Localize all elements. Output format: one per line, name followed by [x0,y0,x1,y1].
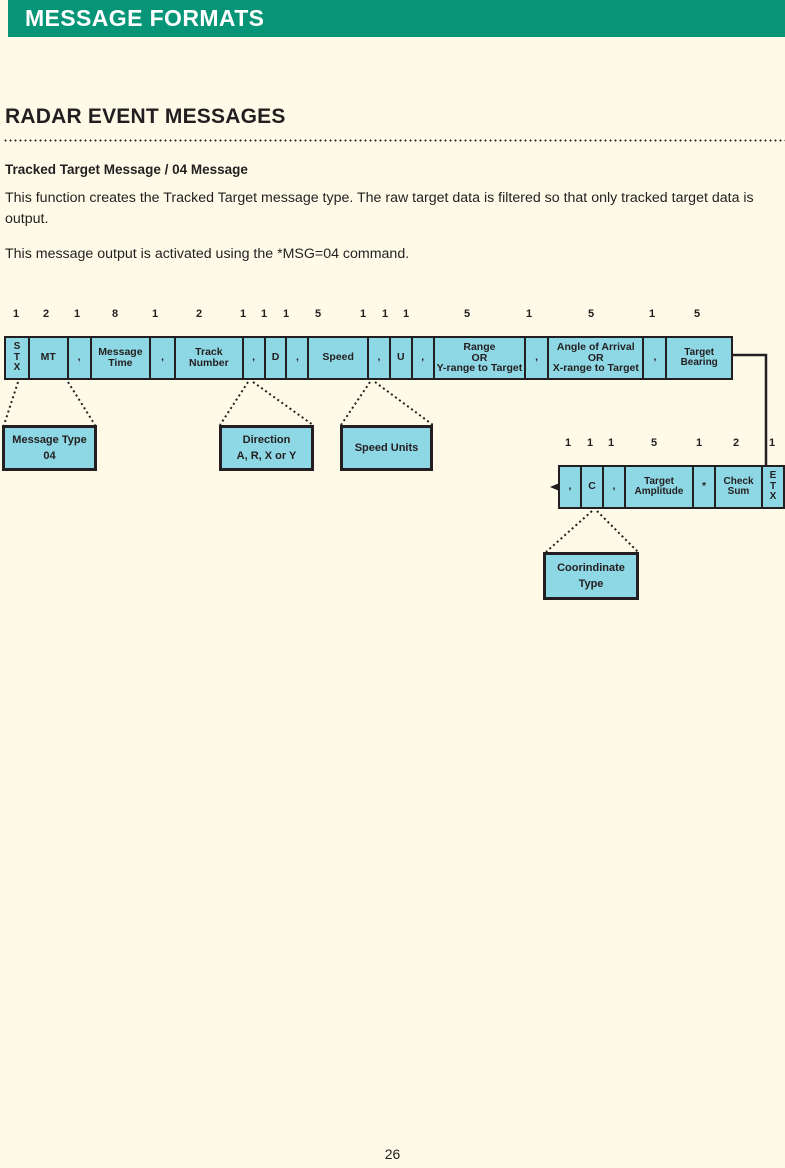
row2-size-0: 1 [564,437,572,449]
field-etx: E T X [763,467,783,507]
row1-size-11: 1 [381,308,389,320]
row2-size-2: 1 [607,437,615,449]
diagram-connectors [3,353,768,553]
field-mt: MT [29,338,69,378]
field-angle-of-arrival: Angle of Arrival OR X-range to Target [549,338,645,378]
row1-size-8: 1 [282,308,290,320]
field-speed-units: U [390,338,413,378]
page-number: 26 [384,1146,401,1162]
field-target-bearing: Target Bearing [667,338,731,378]
row1-size-1: 2 [42,308,50,320]
row2-size-6: 1 [768,437,776,449]
row1-size-7: 1 [260,308,268,320]
field-comma-6: , [412,338,435,378]
field-comma-10: , [604,467,626,507]
message-format-row-2: , C , Target Amplitude * Check Sum E T X [558,465,785,509]
row1-size-15: 5 [587,308,595,320]
field-comma-2: , [151,338,177,378]
field-comma-8: , [644,338,668,378]
message-format-row-1: S T X MT , Message Time , Track Number ,… [4,336,733,380]
field-stx: S T X [6,338,30,378]
row2-size-labels: 1 1 1 5 1 2 1 [0,437,785,451]
row1-size-3: 8 [111,308,119,320]
field-comma-3: , [243,338,266,378]
row1-size-9: 5 [314,308,322,320]
row1-size-5: 2 [195,308,203,320]
field-target-amplitude: Target Amplitude [626,467,694,507]
callout-coordinate-type-line2: Type [578,578,604,590]
field-comma-1: , [68,338,92,378]
field-speed: Speed [309,338,370,378]
callout-coordinate-type: Coorindinate Type [543,552,639,600]
row1-size-13: 5 [463,308,471,320]
message-format-diagram: 1 2 1 8 1 2 1 1 1 5 1 1 1 5 1 5 1 5 S T … [0,0,785,1168]
field-range: Range OR Y-range to Target [434,338,527,378]
field-message-time: Message Time [91,338,152,378]
field-comma-4: , [287,338,310,378]
row1-size-4: 1 [151,308,159,320]
field-coordinate-type: C [582,467,604,507]
field-track-number: Track Number [176,338,244,378]
field-comma-7: , [526,338,550,378]
field-direction: D [265,338,288,378]
row1-size-12: 1 [402,308,410,320]
field-check-sum: Check Sum [716,467,763,507]
row1-size-17: 5 [693,308,701,320]
callout-coordinate-type-line1: Coorindinate [557,562,625,574]
row1-size-2: 1 [73,308,81,320]
row1-size-0: 1 [12,308,20,320]
row2-size-3: 5 [650,437,658,449]
field-asterisk: * [694,467,716,507]
row1-size-14: 1 [525,308,533,320]
field-comma-5: , [369,338,391,378]
row1-size-labels: 1 2 1 8 1 2 1 1 1 5 1 1 1 5 1 5 1 5 [0,308,785,322]
row1-size-10: 1 [359,308,367,320]
row2-size-1: 1 [586,437,594,449]
field-comma-9: , [560,467,582,507]
row1-size-16: 1 [648,308,656,320]
row2-size-4: 1 [695,437,703,449]
row2-size-5: 2 [732,437,740,449]
row1-size-6: 1 [239,308,247,320]
